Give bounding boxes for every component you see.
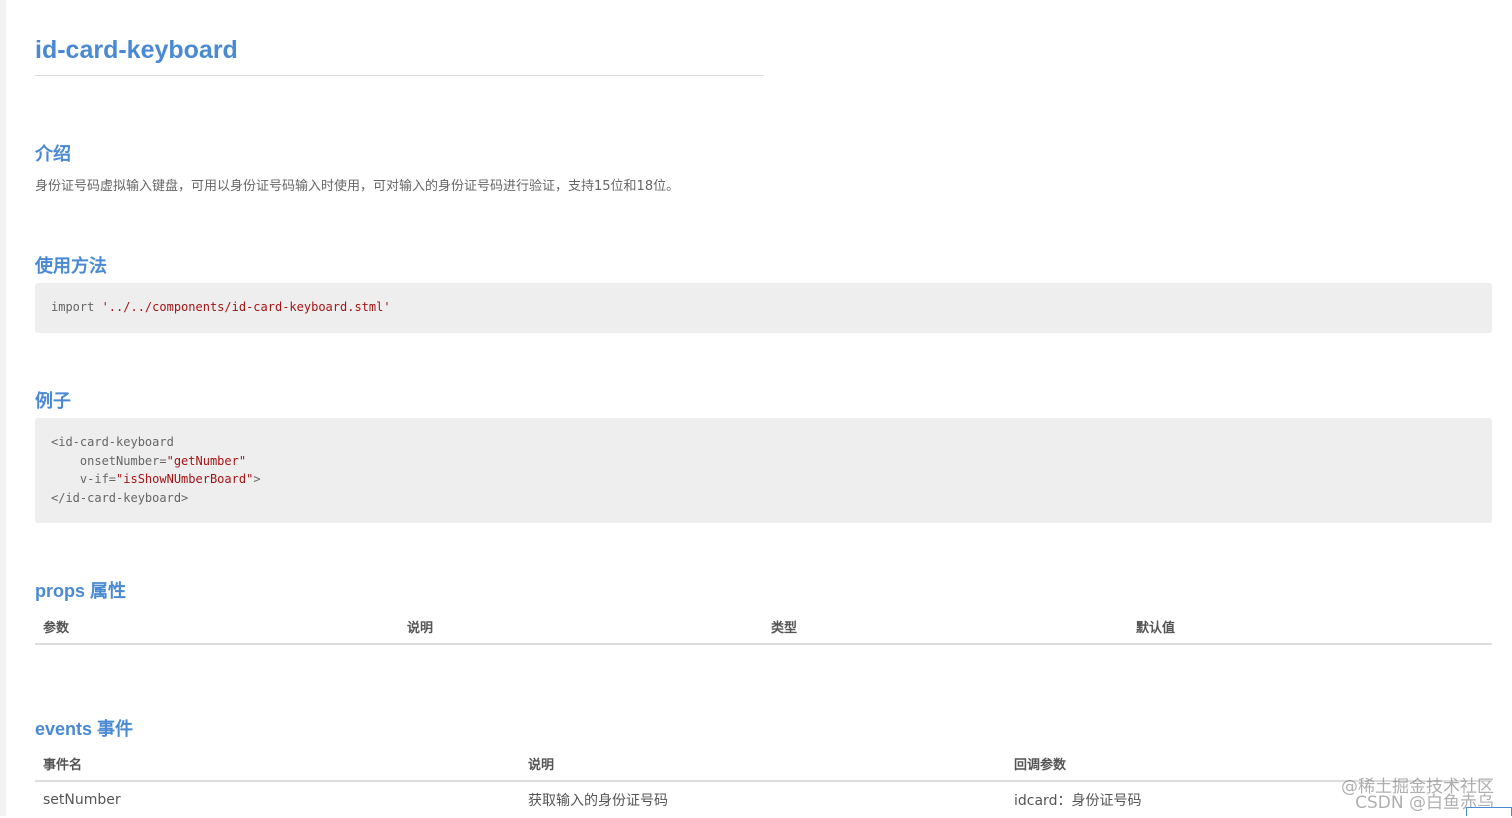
column-header: 事件名: [35, 754, 520, 773]
column-header: 参数: [35, 617, 399, 636]
code-tag-end: >: [253, 472, 260, 486]
example-code-block: <id-card-keyboard onsetNumber="getNumber…: [35, 418, 1492, 523]
code-line: <id-card-keyboard: [51, 433, 1476, 452]
left-rail: [0, 0, 6, 816]
title-divider: [35, 75, 764, 76]
props-table-header: 参数 说明 类型 默认值: [35, 609, 1492, 645]
column-header: 回调参数: [1006, 754, 1492, 773]
code-line: v-if="isShowNUmberBoard">: [51, 470, 1476, 489]
column-header: 说明: [520, 754, 1006, 773]
code-attr: onsetNumber=: [51, 454, 167, 468]
usage-heading: 使用方法: [35, 252, 107, 278]
props-heading: props 属性: [35, 577, 126, 603]
example-heading: 例子: [35, 387, 71, 413]
column-header: 说明: [399, 617, 763, 636]
code-attr: v-if=: [51, 472, 116, 486]
code-string: '../../components/id-card-keyboard.stml': [102, 300, 391, 314]
events-heading: events 事件: [35, 715, 133, 741]
code-string: "getNumber": [167, 454, 246, 468]
code-line: </id-card-keyboard>: [51, 489, 1476, 508]
column-header: 类型: [763, 617, 1128, 636]
intro-heading: 介绍: [35, 140, 71, 166]
events-table: 事件名 说明 回调参数 setNumber 获取输入的身份证号码 idcard：…: [35, 746, 1492, 818]
event-desc-cell: 获取输入的身份证号码: [520, 790, 1006, 810]
code-string: "isShowNUmberBoard": [116, 472, 253, 486]
props-table: 参数 说明 类型 默认值: [35, 609, 1492, 645]
page-title: id-card-keyboard: [35, 36, 238, 65]
floating-widget[interactable]: [1466, 807, 1512, 816]
column-header: 默认值: [1128, 617, 1492, 636]
code-line: onsetNumber="getNumber": [51, 452, 1476, 471]
code-line: import '../../components/id-card-keyboar…: [51, 298, 1476, 317]
code-keyword: import: [51, 300, 102, 314]
event-name-cell: setNumber: [35, 792, 520, 808]
events-table-header: 事件名 说明 回调参数: [35, 746, 1492, 782]
table-row: setNumber 获取输入的身份证号码 idcard：身份证号码: [35, 782, 1492, 818]
intro-text: 身份证号码虚拟输入键盘，可用以身份证号码输入时使用，可对输入的身份证号码进行验证…: [35, 175, 679, 194]
usage-code-block: import '../../components/id-card-keyboar…: [35, 283, 1492, 333]
